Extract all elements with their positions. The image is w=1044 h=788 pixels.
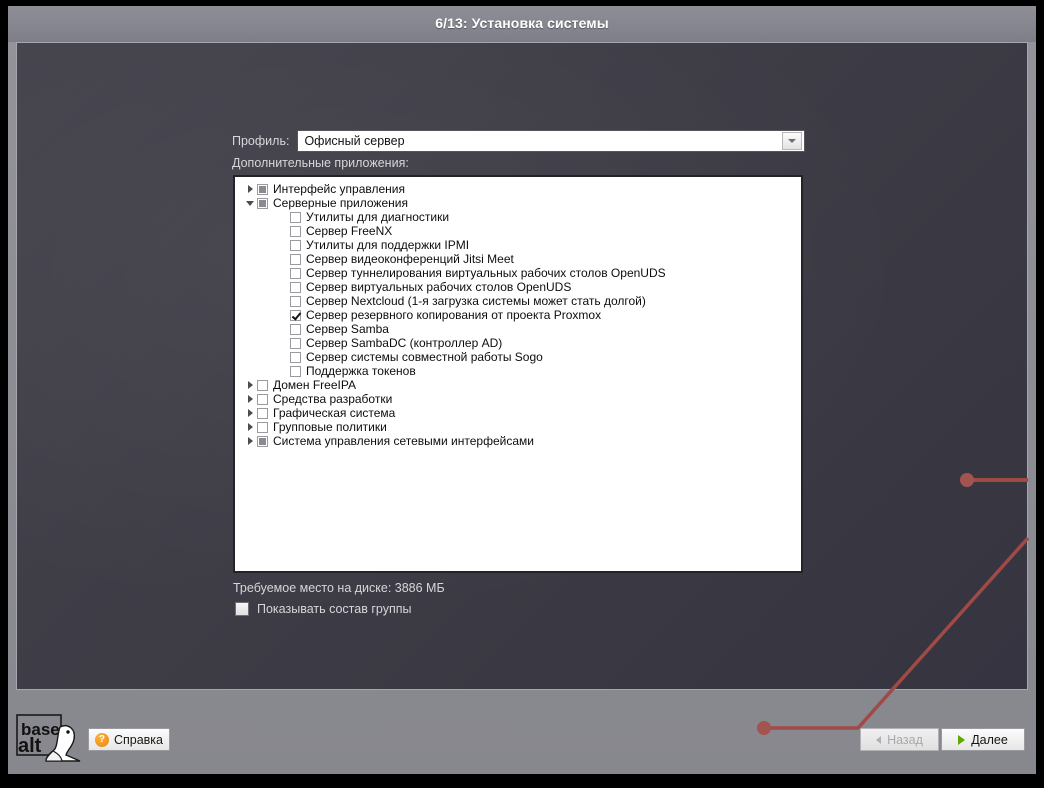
- tree-item[interactable]: Графическая система: [235, 406, 801, 420]
- tree-item-checkbox[interactable]: [257, 379, 268, 391]
- tree-item-checkbox[interactable]: [257, 407, 268, 419]
- chevron-right-icon[interactable]: [243, 409, 257, 417]
- tree-item-label: Утилиты для диагностики: [306, 210, 450, 224]
- show-group-contents-label: Показывать состав группы: [257, 602, 412, 616]
- chevron-left-icon: [876, 735, 882, 744]
- tree-item-checkbox[interactable]: [257, 197, 268, 209]
- chevron-down-icon[interactable]: [243, 201, 257, 206]
- page-title: 6/13: Установка системы: [435, 15, 609, 31]
- help-button-label: Справка: [113, 732, 164, 747]
- tree-item-checkbox[interactable]: [257, 435, 268, 447]
- profile-select-value: Офисный сервер: [304, 134, 405, 148]
- tree-item[interactable]: Сервер Samba: [235, 322, 801, 336]
- tree-item-checkbox[interactable]: [290, 211, 301, 223]
- next-button-label: Далее: [971, 732, 1008, 747]
- question-mark-icon: ?: [94, 732, 109, 747]
- chevron-right-icon[interactable]: [243, 423, 257, 431]
- tree-item[interactable]: Серверные приложения: [235, 196, 801, 210]
- tree-item-checkbox[interactable]: [290, 295, 301, 307]
- tree-item-label: Сервер туннелирования виртуальных рабочи…: [306, 266, 666, 280]
- tree-item-label: Сервер Samba: [306, 322, 389, 336]
- basealt-logo: base alt: [16, 714, 81, 762]
- tree-item-label: Поддержка токенов: [306, 364, 416, 378]
- additional-apps-label: Дополнительные приложения:: [232, 156, 409, 170]
- tree-item-label: Сервер видеоконференций Jitsi Meet: [306, 252, 514, 266]
- back-button-label: Назад: [887, 732, 923, 747]
- tree-item-checkbox[interactable]: [290, 281, 301, 293]
- tree-item[interactable]: Утилиты для поддержки IPMI: [235, 238, 801, 252]
- next-button[interactable]: Далее: [941, 728, 1025, 751]
- tree-item[interactable]: Сервер виртуальных рабочих столов OpenUD…: [235, 280, 801, 294]
- window-titlebar: 6/13: Установка системы: [8, 6, 1036, 42]
- tree-item[interactable]: Утилиты для диагностики: [235, 210, 801, 224]
- tree-item-label: Графическая система: [273, 406, 396, 420]
- tree-item[interactable]: Сервер туннелирования виртуальных рабочи…: [235, 266, 801, 280]
- tree-item-checkbox[interactable]: [257, 421, 268, 433]
- tree-item-checkbox[interactable]: [290, 351, 301, 363]
- tree-item[interactable]: Интерфейс управления: [235, 182, 801, 196]
- installer-screen: 6/13: Установка системы Профиль: Офисный…: [0, 0, 1044, 788]
- tree-item-checkbox[interactable]: [257, 393, 268, 405]
- tree-item[interactable]: Домен FreeIPA: [235, 378, 801, 392]
- tree-item-checkbox[interactable]: [290, 337, 301, 349]
- chevron-right-icon[interactable]: [243, 395, 257, 403]
- tree-item[interactable]: Сервер SambaDC (контроллер AD): [235, 336, 801, 350]
- package-tree-list: Интерфейс управления Серверные приложения…: [235, 177, 801, 448]
- tree-item[interactable]: Поддержка токенов: [235, 364, 801, 378]
- tree-item-label: Серверные приложения: [273, 196, 408, 210]
- tree-item-checkbox[interactable]: [290, 365, 301, 377]
- tree-item-label: Групповые политики: [273, 420, 387, 434]
- back-button[interactable]: Назад: [860, 728, 939, 751]
- show-group-contents-checkbox[interactable]: [235, 602, 249, 616]
- tree-item[interactable]: Сервер системы совместной работы Sogo: [235, 350, 801, 364]
- tree-item[interactable]: Средства разработки: [235, 392, 801, 406]
- tree-item-label: Система управления сетевыми интерфейсами: [273, 434, 534, 448]
- tree-item-label: Домен FreeIPA: [273, 378, 356, 392]
- tree-item-checkbox[interactable]: [290, 253, 301, 265]
- tree-item-checkbox[interactable]: [290, 323, 301, 335]
- tree-item-checkbox[interactable]: [290, 267, 301, 279]
- profile-select[interactable]: Офисный сервер: [297, 130, 806, 152]
- tree-item-label: Сервер резервного копирования от проекта…: [306, 308, 602, 322]
- tree-item-checkbox[interactable]: [290, 225, 301, 237]
- show-group-contents-row[interactable]: Показывать состав группы: [235, 602, 411, 616]
- tree-item[interactable]: Сервер Nextcloud (1-я загрузка системы м…: [235, 294, 801, 308]
- disk-space-status: Требуемое место на диске: 3886 МБ: [233, 581, 445, 595]
- tree-item-label: Сервер Nextcloud (1-я загрузка системы м…: [306, 294, 646, 308]
- profile-row: Профиль: Офисный сервер: [232, 130, 806, 152]
- chevron-down-icon[interactable]: [782, 132, 803, 150]
- tree-item-label: Средства разработки: [273, 392, 393, 406]
- tree-item[interactable]: Сервер резервного копирования от проекта…: [235, 308, 801, 322]
- chevron-right-icon: [958, 734, 966, 745]
- tree-item-label: Сервер SambaDC (контроллер AD): [306, 336, 503, 350]
- tree-item[interactable]: Сервер FreeNX: [235, 224, 801, 238]
- tree-item-label: Утилиты для поддержки IPMI: [306, 238, 470, 252]
- tree-item-label: Интерфейс управления: [273, 182, 405, 196]
- package-tree[interactable]: Интерфейс управления Серверные приложения…: [233, 175, 803, 573]
- chevron-right-icon[interactable]: [243, 381, 257, 389]
- tree-item-label: Сервер системы совместной работы Sogo: [306, 350, 543, 364]
- tree-item[interactable]: Групповые политики: [235, 420, 801, 434]
- chevron-right-icon[interactable]: [243, 185, 257, 193]
- tree-item[interactable]: Сервер видеоконференций Jitsi Meet: [235, 252, 801, 266]
- help-button[interactable]: ? Справка: [88, 728, 170, 751]
- tree-item-label: Сервер FreeNX: [306, 224, 393, 238]
- tree-item[interactable]: Система управления сетевыми интерфейсами: [235, 434, 801, 448]
- tree-item-label: Сервер виртуальных рабочих столов OpenUD…: [306, 280, 572, 294]
- tree-item-checkbox[interactable]: [290, 239, 301, 251]
- tree-item-checkbox[interactable]: [257, 183, 268, 195]
- svg-text:alt: alt: [18, 735, 42, 757]
- profile-label: Профиль:: [232, 134, 290, 148]
- chevron-right-icon[interactable]: [243, 437, 257, 445]
- tree-item-checkbox[interactable]: [290, 309, 301, 321]
